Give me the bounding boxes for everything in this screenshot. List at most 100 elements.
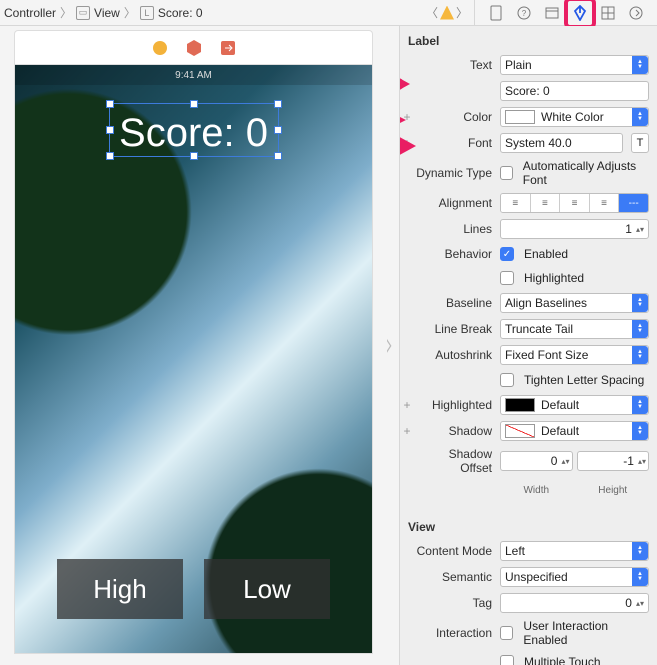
stepper-arrows-icon: ▲▼ [632, 294, 648, 312]
tag-stepper[interactable]: 0▴▾ [500, 593, 649, 613]
text-mode-value: Plain [505, 58, 532, 72]
shadow-height-stepper[interactable]: -1▴▾ [577, 451, 650, 471]
color-swatch-icon [505, 110, 535, 124]
linebreak-popup[interactable]: Truncate Tail▲▼ [500, 319, 649, 339]
shadow-value: Default [541, 424, 579, 438]
align-justify-icon[interactable]: ≡ [590, 194, 620, 212]
pane-splitter[interactable]: 〉 [387, 26, 399, 665]
text-value-field[interactable]: Score: 0 [500, 81, 649, 101]
shadow-label: Shadow [414, 424, 500, 438]
view-icon: ▭ [76, 6, 90, 20]
enabled-label: Enabled [524, 247, 568, 261]
stepper-arrows-icon: ▴▾ [561, 457, 569, 466]
breadcrumb[interactable]: Controller 〉 ▭ View 〉 L Score: 0 [0, 4, 420, 21]
baseline-popup[interactable]: Align Baselines ▲▼ [500, 293, 649, 313]
nav-arrows: 〈 〉 [420, 4, 474, 21]
plus-icon[interactable]: + [400, 424, 414, 438]
breadcrumb-score-label[interactable]: Score: 0 [158, 6, 203, 20]
align-natural-icon[interactable]: --- [619, 194, 648, 212]
exit-icon[interactable] [219, 39, 237, 57]
plus-icon[interactable]: + [400, 398, 414, 412]
baseline-label: Baseline [414, 296, 500, 310]
stepper-arrows-icon: ▲▼ [632, 346, 648, 364]
highlighted-popup[interactable]: Default▲▼ [500, 395, 649, 415]
nav-back-icon[interactable]: 〈 [426, 4, 438, 21]
device-canvas[interactable]: 9:41 AM Score: 0 High Low [14, 64, 373, 654]
shadow-width-stepper[interactable]: 0▴▾ [500, 451, 573, 471]
multitouch-checkbox[interactable] [500, 655, 514, 665]
semantic-popup[interactable]: Unspecified▲▼ [500, 567, 649, 587]
chevron-right-icon: 〉 [124, 4, 136, 21]
alignment-label: Alignment [414, 196, 500, 210]
resize-handle[interactable] [274, 126, 282, 134]
contentmode-value: Left [505, 544, 525, 558]
enabled-checkbox[interactable]: ✓ [500, 247, 514, 261]
high-button[interactable]: High [57, 559, 183, 619]
resize-handle[interactable] [106, 126, 114, 134]
resize-handle[interactable] [274, 152, 282, 160]
resize-handle[interactable] [190, 152, 198, 160]
dyntype-label: Dynamic Type [414, 166, 500, 180]
view-section-header: View [400, 512, 657, 538]
alignment-segmented[interactable]: ≡ ≡ ≡ ≡ --- [500, 193, 649, 213]
status-bar: 9:41 AM [15, 65, 372, 85]
label-icon: L [140, 6, 154, 20]
color-label: Color [414, 110, 500, 124]
file-inspector-icon[interactable] [487, 4, 505, 22]
autoshrink-label: Autoshrink [414, 348, 500, 362]
breadcrumb-controller[interactable]: Controller [4, 6, 56, 20]
lines-label: Lines [414, 222, 500, 236]
font-picker-icon[interactable]: T [631, 133, 649, 153]
resize-handle[interactable] [106, 152, 114, 160]
semantic-value: Unspecified [505, 570, 568, 584]
connections-inspector-icon[interactable] [627, 4, 645, 22]
attributes-inspector: Label Text Plain▲▼ Score: 0 +Color White… [399, 26, 657, 665]
size-inspector-icon[interactable] [599, 4, 617, 22]
uie-label: User Interaction Enabled [523, 619, 649, 647]
highlighted-checkbox[interactable] [500, 271, 514, 285]
selection-box [109, 103, 279, 157]
behavior-label: Behavior [414, 247, 500, 261]
text-value: Score: 0 [505, 84, 550, 98]
uie-checkbox[interactable] [500, 626, 513, 640]
highlighted-label: Highlighted [524, 271, 584, 285]
stepper-arrows-icon: ▲▼ [632, 108, 648, 126]
plus-icon[interactable]: + [400, 110, 414, 124]
tighten-label: Tighten Letter Spacing [524, 373, 644, 387]
dyntype-checkbox[interactable] [500, 166, 513, 180]
breadcrumb-view[interactable]: View [94, 6, 120, 20]
text-mode-popup[interactable]: Plain▲▼ [500, 55, 649, 75]
contentmode-popup[interactable]: Left▲▼ [500, 541, 649, 561]
circle-icon[interactable] [151, 39, 169, 57]
shadow-popup[interactable]: Default▲▼ [500, 421, 649, 441]
resize-handle[interactable] [106, 100, 114, 108]
svg-text:?: ? [522, 9, 527, 18]
plus-icon[interactable]: + [400, 136, 414, 150]
lines-value: 1 [625, 222, 632, 236]
stepper-arrows-icon: ▲▼ [632, 396, 648, 414]
font-field[interactable]: System 40.0 [500, 133, 623, 153]
autoshrink-value: Fixed Font Size [505, 348, 588, 362]
chevron-right-icon: 〉 [60, 4, 72, 21]
cube-icon[interactable] [185, 39, 203, 57]
resize-handle[interactable] [274, 100, 282, 108]
align-right-icon[interactable]: ≡ [560, 194, 590, 212]
stepper-arrows-icon: ▴▾ [636, 599, 644, 608]
autoshrink-popup[interactable]: Fixed Font Size ▲▼ [500, 345, 649, 365]
identity-inspector-icon[interactable] [543, 4, 561, 22]
align-left-icon[interactable]: ≡ [501, 194, 531, 212]
warning-icon[interactable] [440, 6, 454, 20]
attributes-inspector-icon[interactable] [571, 4, 589, 22]
align-center-icon[interactable]: ≡ [531, 194, 561, 212]
lines-stepper[interactable]: 1▴▾ [500, 219, 649, 239]
low-button[interactable]: Low [204, 559, 330, 619]
tighten-checkbox[interactable] [500, 373, 514, 387]
help-inspector-icon[interactable]: ? [515, 4, 533, 22]
canvas-pane: 9:41 AM Score: 0 High Low [0, 26, 387, 665]
baseline-value: Align Baselines [505, 296, 587, 310]
nav-forward-icon[interactable]: 〉 [456, 4, 468, 21]
color-popup[interactable]: White Color▲▼ [500, 107, 649, 127]
color-swatch-icon [505, 424, 535, 438]
contentmode-label: Content Mode [414, 544, 500, 558]
resize-handle[interactable] [190, 100, 198, 108]
